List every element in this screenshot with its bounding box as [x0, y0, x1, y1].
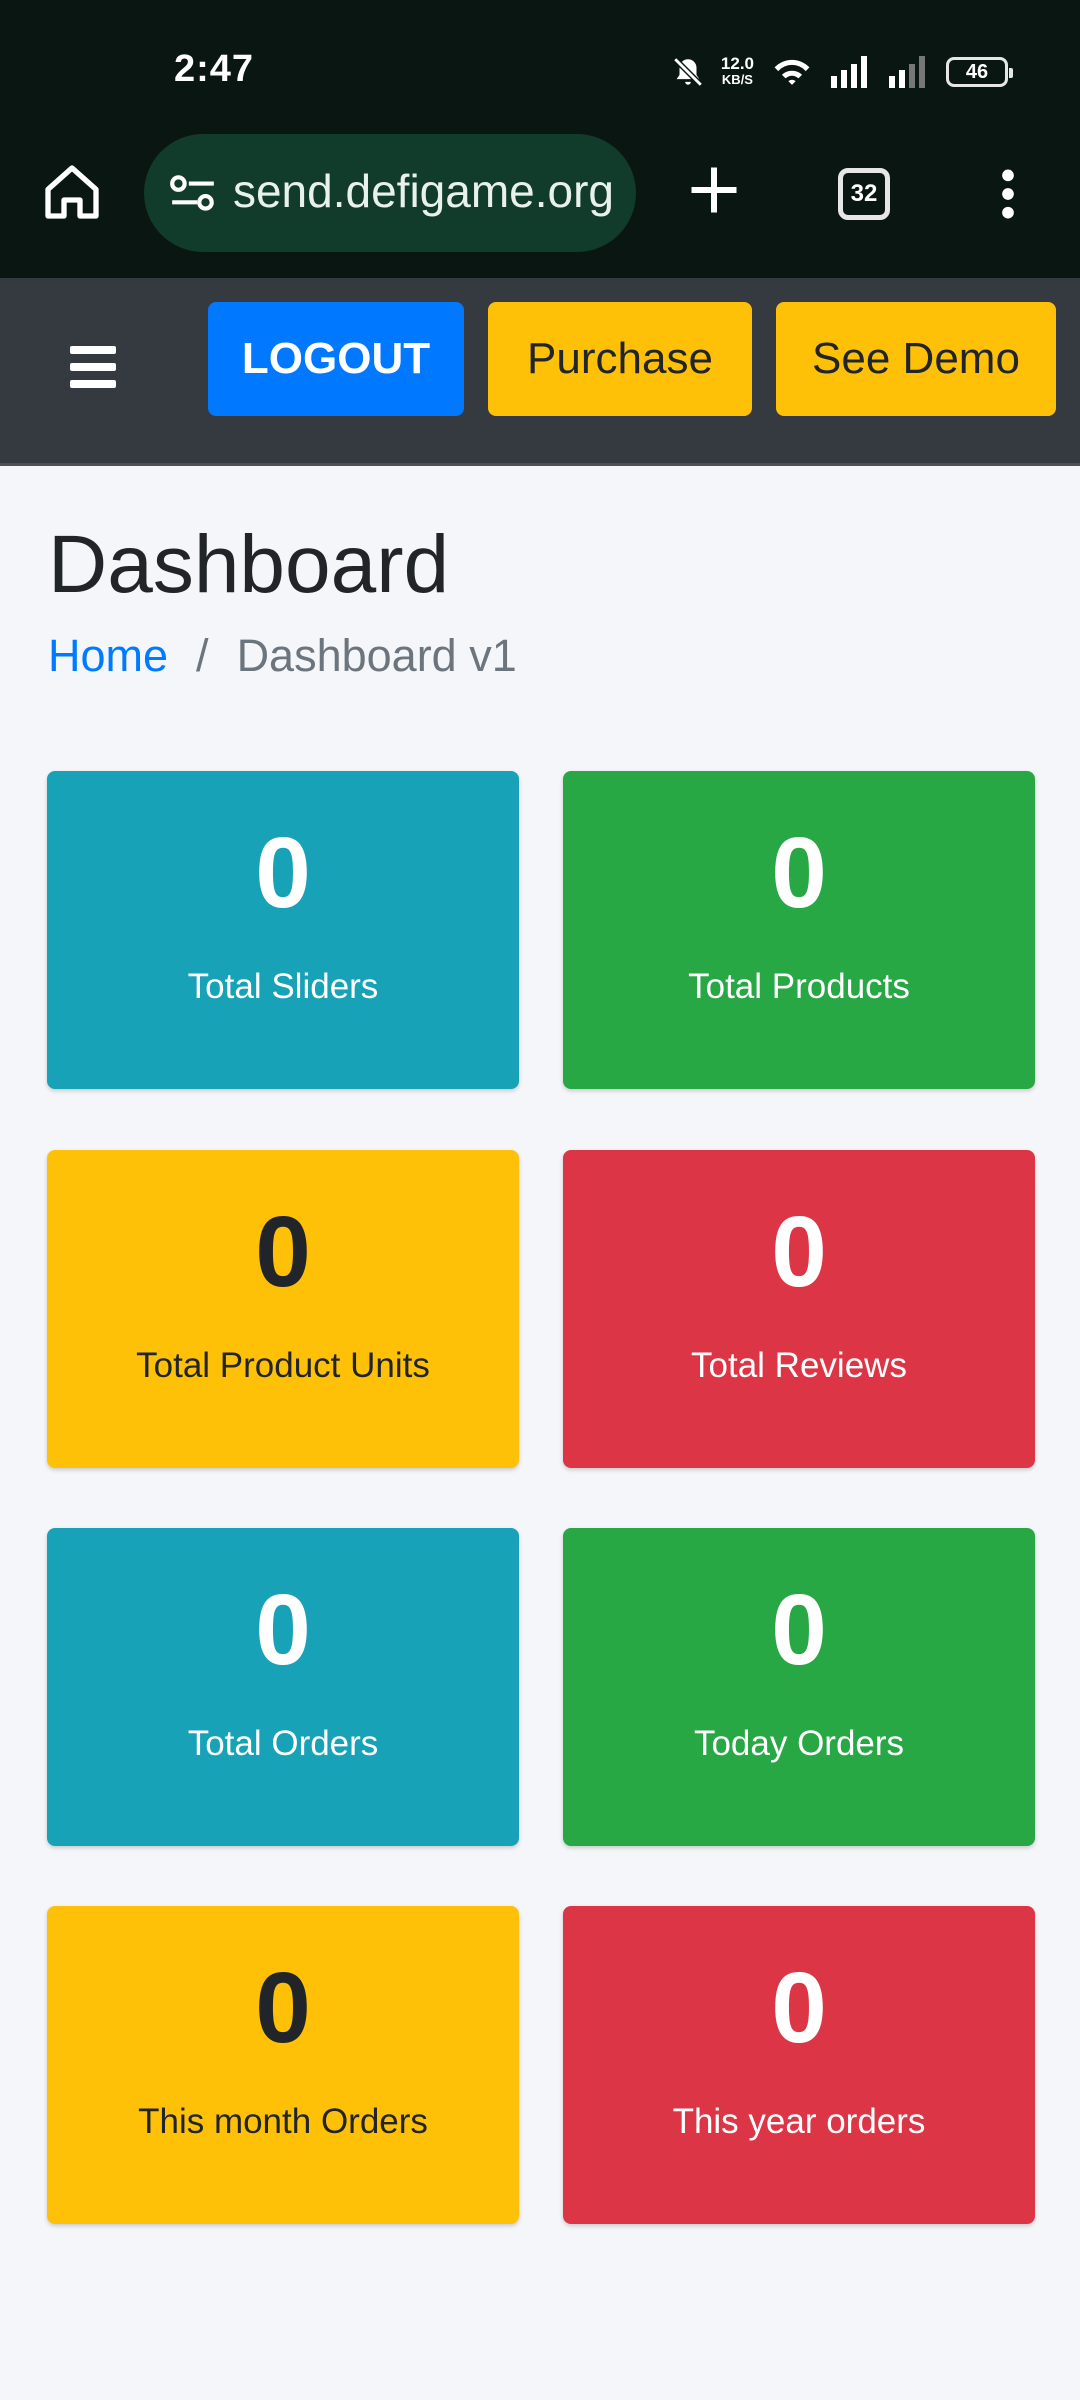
stat-label: Total Reviews — [691, 1346, 907, 1385]
site-settings-icon[interactable] — [168, 172, 218, 221]
stat-card-this-month-orders[interactable]: 0 This month Orders — [47, 1906, 519, 2224]
network-speed-value: 12.0 — [720, 54, 754, 73]
stat-value: 0 — [255, 1196, 311, 1308]
sidebar-toggle-button[interactable] — [70, 346, 116, 388]
stat-value: 0 — [255, 1952, 311, 2064]
hamburger-icon-bar — [70, 346, 116, 354]
stat-value: 0 — [255, 1574, 311, 1686]
network-speed-unit: KB/S — [721, 72, 753, 87]
stat-card-this-year-orders[interactable]: 0 This year orders — [563, 1906, 1035, 2224]
see-demo-button[interactable]: See Demo — [776, 302, 1056, 416]
stat-label: Total Orders — [187, 1724, 379, 1763]
logout-button[interactable]: LOGOUT — [208, 302, 464, 416]
signal-icon — [830, 56, 872, 88]
battery-icon: 46 — [946, 57, 1013, 87]
home-button[interactable] — [40, 160, 104, 224]
home-icon — [45, 165, 99, 219]
stat-label: Total Sliders — [187, 967, 379, 1006]
status-time: 2:47 — [174, 48, 255, 90]
network-speed: 12.0 KB/S — [720, 54, 754, 88]
stat-label: This year orders — [672, 2102, 926, 2141]
stat-card-total-sliders[interactable]: 0 Total Sliders — [47, 771, 519, 1089]
stat-value: 0 — [771, 1196, 827, 1308]
stat-label: Today Orders — [693, 1724, 905, 1763]
breadcrumb: Home / Dashboard v1 — [48, 630, 517, 682]
battery-level: 46 — [965, 60, 989, 83]
breadcrumb-home-link[interactable]: Home — [48, 630, 168, 682]
purchase-button[interactable]: Purchase — [488, 302, 752, 416]
breadcrumb-separator: / — [196, 630, 209, 681]
stat-value: 0 — [255, 817, 311, 929]
browser-chrome: 2:47 12.0 KB/S 46 send.defigame.org 32 — [0, 0, 1080, 278]
plus-icon — [691, 167, 737, 213]
wifi-icon — [770, 55, 814, 89]
mute-icon — [671, 55, 705, 89]
stat-value: 0 — [771, 1952, 827, 2064]
hamburger-icon-bar — [70, 380, 116, 388]
tab-count: 32 — [850, 180, 878, 207]
stat-card-today-orders[interactable]: 0 Today Orders — [563, 1528, 1035, 1846]
stat-label: Total Product Units — [136, 1346, 430, 1385]
stat-label: This month Orders — [138, 2102, 428, 2141]
stat-card-total-reviews[interactable]: 0 Total Reviews — [563, 1150, 1035, 1468]
page-title: Dashboard — [48, 519, 450, 610]
tab-switcher-button[interactable]: 32 — [838, 168, 890, 220]
stat-value: 0 — [771, 1574, 827, 1686]
signal-icon — [888, 56, 930, 88]
hamburger-icon-bar — [70, 363, 116, 371]
stat-card-total-orders[interactable]: 0 Total Orders — [47, 1528, 519, 1846]
new-tab-button[interactable] — [684, 160, 744, 220]
url-text[interactable]: send.defigame.org — [234, 164, 614, 218]
browser-menu-button[interactable] — [990, 166, 1026, 222]
stat-value: 0 — [771, 817, 827, 929]
breadcrumb-current: Dashboard v1 — [236, 630, 517, 681]
address-bar[interactable]: send.defigame.org — [144, 134, 636, 252]
stat-label: Total Products — [688, 967, 910, 1006]
stat-card-total-product-units[interactable]: 0 Total Product Units — [47, 1150, 519, 1468]
more-vert-icon — [1002, 169, 1014, 219]
stat-card-total-products[interactable]: 0 Total Products — [563, 771, 1035, 1089]
status-icons: 12.0 KB/S 46 — [671, 50, 1013, 94]
